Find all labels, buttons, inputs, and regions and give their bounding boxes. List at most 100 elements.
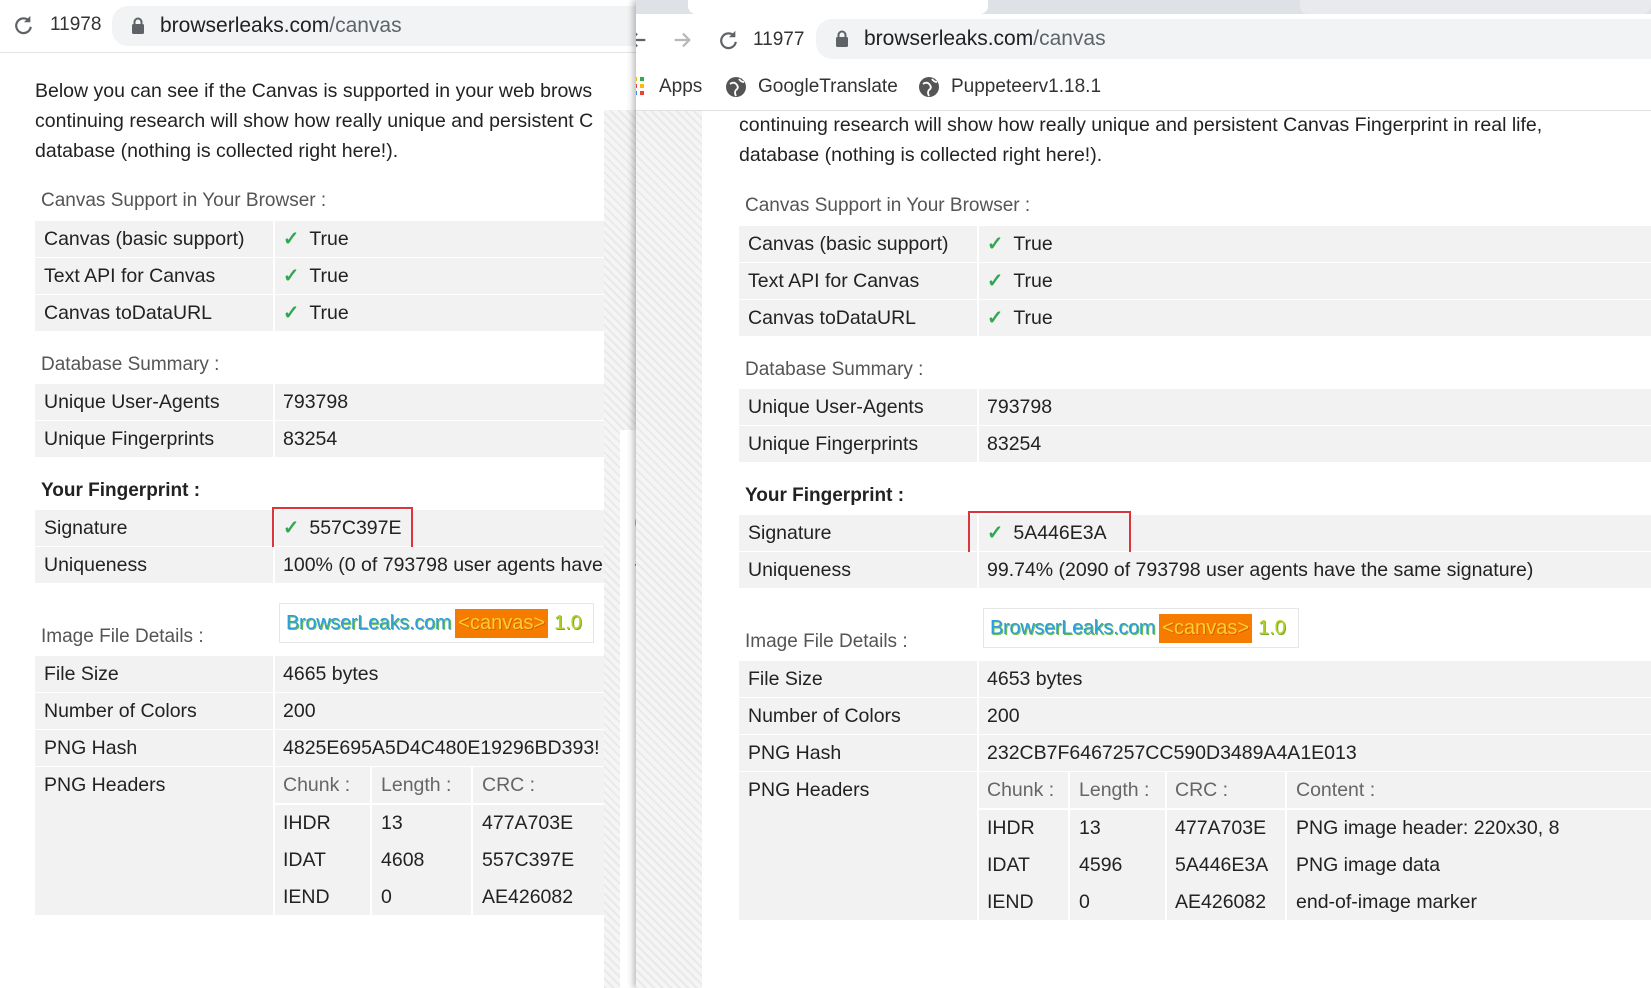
table-row: File Size 4665 bytes [35, 656, 640, 692]
png-cell: PNG image header: 220x30, 8 [1296, 817, 1560, 839]
png-cell: IDAT [283, 849, 326, 871]
row-value: True [1013, 307, 1053, 329]
png-headers-block: PNG Headers Chunk : Length : CRC : IHDR … [35, 767, 640, 915]
lock-icon [128, 16, 148, 36]
png-cell: 0 [381, 886, 392, 908]
intro-paragraph: Below you can see if the Canvas is suppo… [35, 76, 593, 166]
row-label: Unique Fingerprints [748, 433, 919, 455]
table-row: Unique User-Agents 793798 [739, 389, 1651, 425]
png-cell: 477A703E [482, 812, 574, 834]
url-domain: browserleaks.com [864, 27, 1034, 50]
check-icon: ✓ [283, 265, 300, 287]
row-value: True [309, 265, 349, 287]
forward-icon[interactable] [668, 26, 696, 54]
row-label: Number of Colors [748, 705, 901, 727]
row-label: Canvas toDataURL [748, 307, 916, 329]
table-row: Unique Fingerprints 83254 [739, 426, 1651, 462]
row-label: Signature [748, 522, 832, 544]
paragraph-line: continuing research will show how really… [739, 114, 1543, 136]
png-cell: 13 [381, 812, 403, 834]
globe-icon [724, 75, 748, 99]
signature-highlight-box [968, 511, 1131, 557]
canvas-image-text: BrowserLeaks.com [286, 611, 452, 634]
row-label: PNG Hash [44, 737, 138, 759]
address-bar[interactable]: browserleaks.com/canvas [816, 19, 1651, 59]
canvas-image-text: BrowserLeaks.com [990, 616, 1156, 639]
intro-paragraph: continuing research will show how really… [739, 110, 1542, 170]
reload-icon[interactable] [10, 12, 36, 38]
row-value: 99.74% (2090 of 793798 user agents have … [987, 559, 1534, 581]
row-label: Canvas toDataURL [44, 302, 212, 324]
row-value: True [1013, 270, 1053, 292]
tab-strip [636, 0, 1651, 14]
png-col-header: Chunk : [283, 774, 351, 796]
background-pattern [636, 111, 702, 988]
right-toolbar: 11977 browserleaks.com/canvas [636, 14, 1651, 66]
tab-count: 11978 [50, 14, 102, 35]
support-section-title: Canvas Support in Your Browser : [41, 190, 327, 211]
bookmark-apps[interactable]: Apps [659, 76, 702, 98]
row-label: Unique User-Agents [44, 391, 220, 413]
fingerprint-section-title: Your Fingerprint : [745, 485, 905, 506]
row-value: 200 [987, 705, 1020, 727]
row-value: True [1013, 233, 1053, 255]
table-row: Unique Fingerprints 83254 [35, 421, 640, 457]
row-label: Text API for Canvas [748, 270, 920, 292]
png-col-header: Content : [1296, 779, 1376, 801]
bookmarks-bar: Apps GoogleTranslate Puppeteerv1.18.1 [636, 66, 1651, 111]
table-row: PNG Hash 4825E695A5D4C480E19296BD393! [35, 730, 640, 766]
row-value: 793798 [283, 391, 349, 413]
row-label: File Size [44, 663, 119, 685]
globe-icon [917, 75, 941, 99]
bookmark-puppeteer[interactable]: Puppeteerv1.18.1 [951, 76, 1101, 98]
left-browser-window: 11978 browserleaks.com/canvas Below you … [0, 0, 640, 988]
signature-row: Signature ✓ 5A446E3A [739, 515, 1651, 551]
paragraph-line: database (nothing is collected right her… [739, 144, 1103, 166]
url-domain: browserleaks.com [160, 14, 330, 37]
tab-count: 11977 [753, 29, 805, 50]
database-section-title: Database Summary : [41, 354, 220, 375]
row-label: Uniqueness [748, 559, 851, 581]
png-col-header: Length : [1079, 779, 1150, 801]
url-path: /canvas [1033, 27, 1106, 50]
bookmark-googletranslate[interactable]: GoogleTranslate [758, 76, 898, 98]
back-icon[interactable] [636, 26, 652, 54]
row-value: True [309, 302, 349, 324]
row-label: Uniqueness [44, 554, 147, 576]
image-section-title: Image File Details : [41, 626, 204, 647]
table-row: Number of Colors 200 [739, 698, 1651, 734]
right-browser-window: 11977 browserleaks.com/canvas Apps Googl… [636, 0, 1651, 988]
png-cell: 0 [1079, 891, 1090, 913]
table-row: Canvas toDataURL ✓ True [739, 300, 1651, 336]
table-row: Uniqueness 100% (0 of 793798 user agents… [35, 547, 640, 583]
png-col-header: Length : [381, 774, 452, 796]
png-cell: 557C397E [482, 849, 575, 871]
png-cell: IHDR [987, 817, 1035, 839]
paragraph-line: database (nothing is collected right her… [35, 140, 399, 162]
support-section-title: Canvas Support in Your Browser : [745, 195, 1031, 216]
table-row: Canvas toDataURL ✓ True [35, 295, 640, 331]
png-cell: 4608 [381, 849, 425, 871]
row-label: Text API for Canvas [44, 265, 216, 287]
png-col-header: CRC : [482, 774, 536, 796]
png-cell: IDAT [987, 854, 1030, 876]
png-cell: IEND [283, 886, 330, 908]
table-row: Unique User-Agents 793798 [35, 384, 640, 420]
canvas-image-text: 1.0 [554, 611, 582, 634]
png-headers-block: PNG Headers Chunk : Length : CRC : Conte… [739, 772, 1651, 920]
check-icon: ✓ [987, 307, 1004, 329]
address-bar[interactable]: browserleaks.com/canvas [112, 6, 640, 46]
left-toolbar: 11978 browserleaks.com/canvas [0, 0, 640, 53]
table-row: Text API for Canvas ✓ True [739, 263, 1651, 299]
table-row: Canvas (basic support) ✓ True [35, 221, 640, 257]
row-label: PNG Hash [748, 742, 842, 764]
row-value: 793798 [987, 396, 1053, 418]
image-section-title: Image File Details : [745, 631, 908, 652]
fingerprint-section-title: Your Fingerprint : [41, 480, 201, 501]
reload-icon[interactable] [714, 26, 742, 54]
lock-icon [832, 29, 852, 49]
row-value: 200 [283, 700, 316, 722]
png-cell: AE426082 [1175, 891, 1267, 913]
table-row: PNG Hash 232CB7F6467257CC590D3489A4A1E01… [739, 735, 1651, 771]
table-row: Text API for Canvas ✓ True [35, 258, 640, 294]
